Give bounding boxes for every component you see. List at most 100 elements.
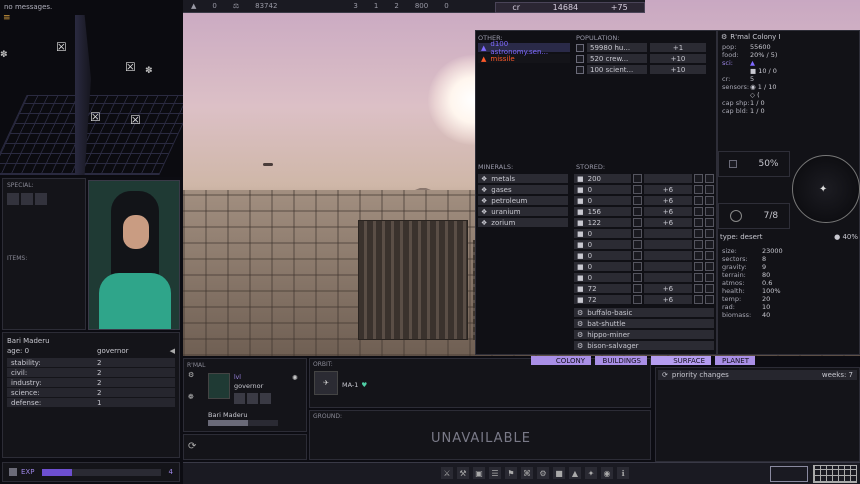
population-checkbox[interactable] <box>576 43 584 52</box>
fleet-icon[interactable]: ✽ <box>0 50 8 60</box>
screen-icon[interactable] <box>770 466 808 482</box>
stored-checkbox[interactable] <box>632 273 642 282</box>
mineral-item[interactable]: ❖ petroleum <box>478 196 568 205</box>
star-icon[interactable]: ☒ <box>125 60 136 74</box>
slot[interactable] <box>7 193 19 205</box>
stored-checkbox[interactable] <box>632 262 642 271</box>
stored-checkbox[interactable] <box>694 218 704 227</box>
stored-row: ■ 0 <box>574 273 714 282</box>
gear-icon[interactable]: ⚙ <box>721 33 727 41</box>
stored-checkbox[interactable] <box>632 207 642 216</box>
tab-surface[interactable]: SURFACE <box>651 356 711 365</box>
gear-icon[interactable]: ⚙ <box>188 371 194 379</box>
stored-checkbox[interactable] <box>705 273 714 282</box>
stored-checkbox[interactable] <box>705 251 714 260</box>
morale-checkbox[interactable] <box>729 160 738 168</box>
unit-item[interactable]: ⚙ bison-salvager <box>574 341 714 350</box>
slot[interactable] <box>234 393 245 404</box>
planet-label: R'MAL <box>187 362 206 369</box>
stored-checkbox[interactable] <box>705 240 714 249</box>
chevron-menu-icon[interactable]: ≡ <box>3 13 11 23</box>
stored-checkbox[interactable] <box>632 251 642 260</box>
toolbar-icon[interactable]: ⌘ <box>521 467 533 479</box>
slot[interactable] <box>247 393 258 404</box>
stored-checkbox[interactable] <box>694 207 704 216</box>
stored-checkbox[interactable] <box>632 295 642 304</box>
population-checkbox[interactable] <box>576 65 584 74</box>
mineral-item[interactable]: ❖ zorium <box>478 218 568 227</box>
unit-item[interactable]: ⚙ buffalo-basic <box>574 308 714 317</box>
fleet-icon[interactable]: ✽ <box>145 66 153 76</box>
stored-checkbox[interactable] <box>694 240 704 249</box>
tab-colony[interactable]: COLONY <box>531 356 591 365</box>
stored-checkbox[interactable] <box>705 218 714 227</box>
grid-icon[interactable] <box>813 465 857 483</box>
unit-item[interactable]: ⚙ hippo-miner <box>574 330 714 339</box>
toolbar-icon[interactable]: ⚙ <box>537 467 549 479</box>
detail-row: sectors: 8 <box>722 255 852 263</box>
stored-checkbox[interactable] <box>632 240 642 249</box>
crest-icon[interactable]: ❁ <box>188 393 194 401</box>
stored-checkbox[interactable] <box>632 218 642 227</box>
exp-value: 4 <box>168 468 173 476</box>
stored-checkbox[interactable] <box>632 284 642 293</box>
toolbar-icon[interactable]: ✦ <box>585 467 597 479</box>
toolbar-icon[interactable]: ▣ <box>473 467 485 479</box>
stored-checkbox[interactable] <box>705 174 714 183</box>
stored-checkbox[interactable] <box>694 251 704 260</box>
toolbar-icon[interactable]: ⚑ <box>505 467 517 479</box>
type-row: type: desert ● 40% <box>720 233 858 241</box>
stored-checkbox[interactable] <box>705 284 714 293</box>
governor-thumb[interactable] <box>208 373 230 399</box>
stored-checkbox[interactable] <box>694 273 704 282</box>
star-icon[interactable]: ☒ <box>130 113 141 127</box>
planet-globe[interactable]: ✦ <box>792 155 860 223</box>
mineral-item[interactable]: ❖ uranium <box>478 207 568 216</box>
toolbar-icon[interactable]: ℹ <box>617 467 629 479</box>
settings-icon[interactable]: ✺ <box>292 374 298 382</box>
mineral-item[interactable]: ❖ gases <box>478 185 568 194</box>
stored-checkbox[interactable] <box>705 262 714 271</box>
toolbar-icon[interactable]: ⚒ <box>457 467 469 479</box>
toolbar-icon[interactable]: ⚔ <box>441 467 453 479</box>
tab-buildings[interactable]: BUILDINGS <box>595 356 647 365</box>
stored-checkbox[interactable] <box>705 185 714 194</box>
stored-checkbox[interactable] <box>694 229 704 238</box>
slot[interactable] <box>260 393 271 404</box>
stored-checkbox[interactable] <box>694 174 704 183</box>
stored-checkbox[interactable] <box>632 174 642 183</box>
cycle-icon[interactable]: ⟳ <box>188 441 196 452</box>
stored-checkbox[interactable] <box>694 295 704 304</box>
sci-icon: ■ <box>750 67 759 75</box>
stored-checkbox[interactable] <box>632 185 642 194</box>
stored-checkbox[interactable] <box>705 196 714 205</box>
queue-row[interactable]: ⟳ priority changes weeks: 7 <box>658 370 857 380</box>
stored-checkbox[interactable] <box>705 207 714 216</box>
arrow-left-icon[interactable]: ◀ <box>170 347 175 355</box>
slot[interactable] <box>35 193 47 205</box>
stored-checkbox[interactable] <box>632 229 642 238</box>
stored-checkbox[interactable] <box>694 185 704 194</box>
other-item[interactable]: ▲ d100 astronomy.sen... <box>478 40 570 56</box>
ship-entry[interactable]: MA-1 ♥ <box>342 381 367 389</box>
stored-checkbox[interactable] <box>694 196 704 205</box>
star-icon[interactable]: ☒ <box>90 110 101 124</box>
stored-checkbox[interactable] <box>705 295 714 304</box>
ship-thumb[interactable]: ✈ <box>314 371 338 395</box>
unit-item[interactable]: ⚙ bat-shuttle <box>574 319 714 328</box>
stored-checkbox[interactable] <box>694 262 704 271</box>
stored-checkbox[interactable] <box>632 196 642 205</box>
star-icon[interactable]: ☒ <box>56 40 67 54</box>
slot[interactable] <box>21 193 33 205</box>
stored-checkbox[interactable] <box>694 284 704 293</box>
mineral-item[interactable]: ❖ metals <box>478 174 568 183</box>
toolbar-icon[interactable]: ☰ <box>489 467 501 479</box>
toolbar-icon[interactable]: ■ <box>553 467 565 479</box>
stored-checkbox[interactable] <box>705 229 714 238</box>
toolbar-icon[interactable]: ▲ <box>569 467 581 479</box>
galaxy-minimap[interactable]: ☒ ☒ ☒ ☒ ✽ ✽ no messages. ≡ <box>0 0 183 177</box>
population-checkbox[interactable] <box>576 54 584 63</box>
mineral-icon: ❖ <box>481 218 488 227</box>
toolbar-icon[interactable]: ◉ <box>601 467 613 479</box>
tab-planet[interactable]: PLANET <box>715 356 755 365</box>
